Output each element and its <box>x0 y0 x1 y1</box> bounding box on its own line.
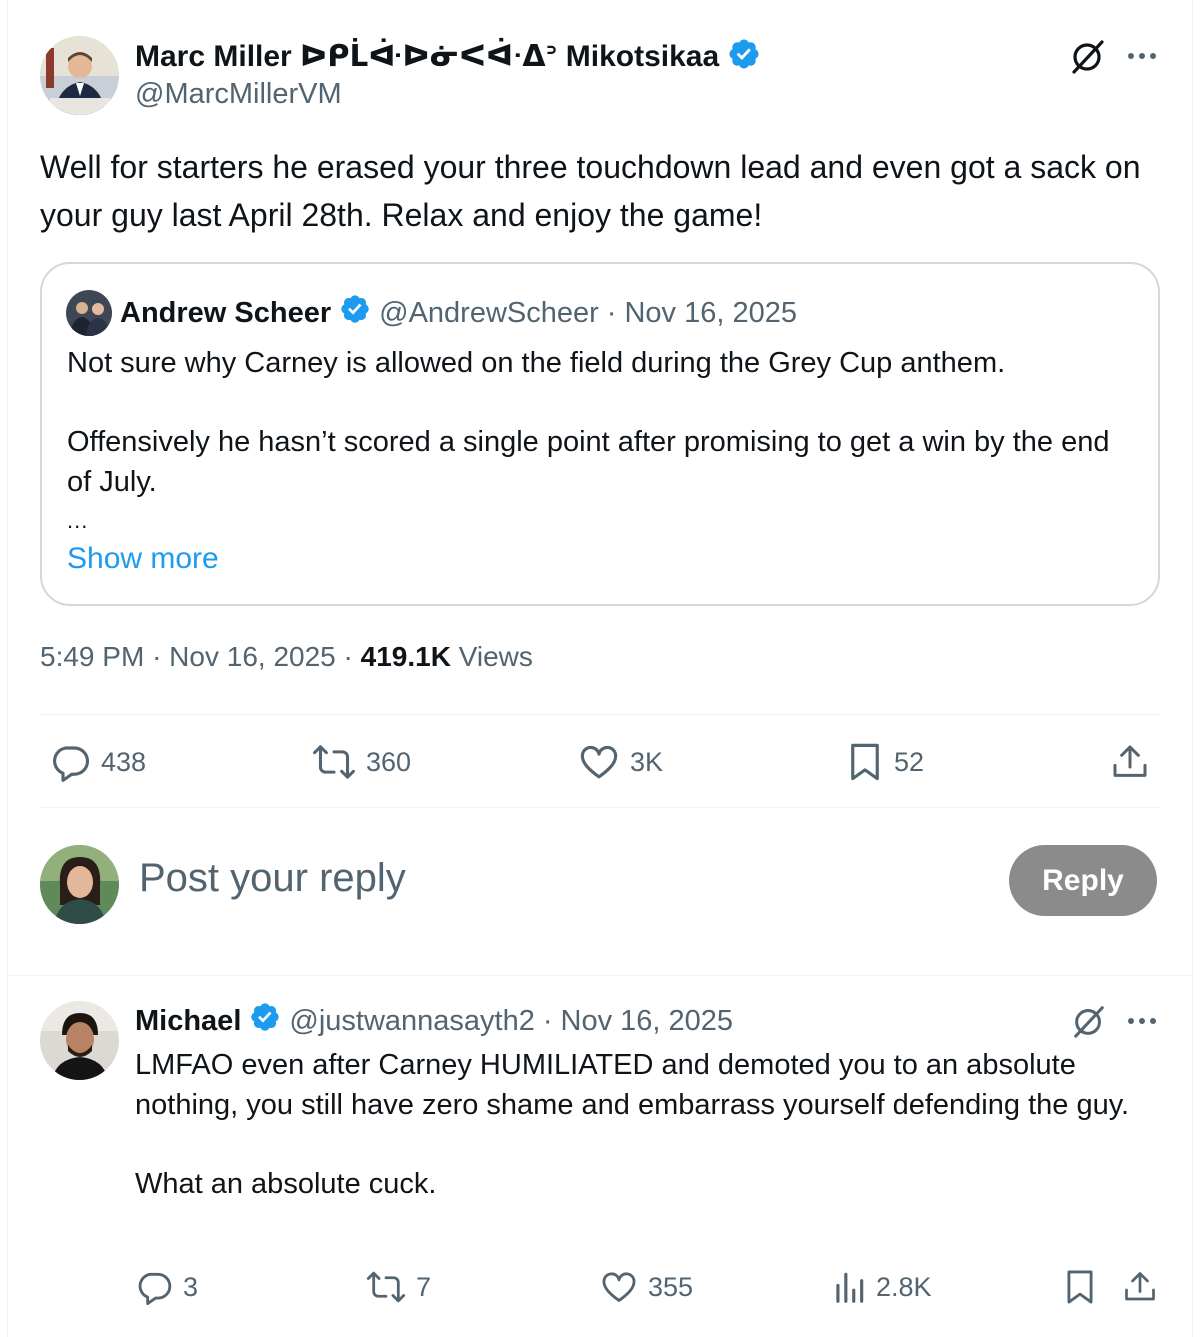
reply-author-handle[interactable]: @justwannasayth2 <box>289 1005 534 1038</box>
grok-icon[interactable] <box>1066 34 1110 78</box>
reply-paragraph: What an absolute cuck. <box>135 1168 437 1200</box>
reply-count: 438 <box>101 746 147 777</box>
post-date[interactable]: Nov 16, 2025 <box>169 641 336 672</box>
like-count: 355 <box>648 1271 694 1302</box>
repost-icon <box>366 1268 406 1306</box>
quoted-author-handle[interactable]: @AndrewScheer <box>379 297 599 330</box>
repost-action[interactable]: 7 <box>366 1268 431 1306</box>
like-action[interactable]: 3K <box>578 741 663 783</box>
divider <box>40 807 1160 808</box>
bookmark-action[interactable] <box>1063 1268 1097 1306</box>
author-block: Marc Miller ᐅᑭᒫᐚᐅᓃᐸᐋᐧᐃᐣ Mikotsikaa @Marc… <box>135 36 761 111</box>
divider <box>40 714 1160 715</box>
separator-dot: · <box>606 296 617 329</box>
views-count: 2.8K <box>876 1271 932 1302</box>
reply-post-header: Michael @justwannasayth2 · Nov 16, 2025 <box>135 1001 733 1041</box>
author-handle[interactable]: @MarcMillerVM <box>135 78 761 111</box>
reply-paragraph: LMFAO even after Carney HUMILIATED and d… <box>135 1049 1130 1121</box>
more-icon[interactable] <box>1120 999 1164 1043</box>
views-action[interactable]: 2.8K <box>832 1268 932 1306</box>
like-action[interactable]: 355 <box>600 1268 693 1306</box>
reply-post-date[interactable]: Nov 16, 2025 <box>561 1005 734 1038</box>
share-action[interactable] <box>1110 741 1150 783</box>
views-icon <box>832 1268 866 1306</box>
quoted-author-avatar[interactable] <box>66 290 112 336</box>
author-name[interactable]: Marc Miller ᐅᑭᒫᐚᐅᓃᐸᐋᐧᐃᐣ Mikotsikaa <box>135 39 719 74</box>
share-icon <box>1110 741 1150 783</box>
views-count: 419.1K <box>360 641 451 672</box>
reply-author-name[interactable]: Michael <box>135 1005 241 1038</box>
quoted-post-header: Andrew Scheer @AndrewScheer · Nov 16, 20… <box>66 290 797 336</box>
repost-count: 7 <box>416 1271 432 1302</box>
share-action[interactable] <box>1122 1268 1158 1306</box>
reply-button[interactable]: Reply <box>1009 845 1157 916</box>
reply-icon <box>49 741 91 783</box>
current-user-avatar[interactable] <box>40 845 119 924</box>
quoted-paragraph: Offensively he hasn’t scored a single po… <box>67 426 1110 498</box>
post-time[interactable]: 5:49 PM <box>40 641 144 672</box>
verified-badge-icon <box>339 293 371 333</box>
reply-post-body: LMFAO even after Carney HUMILIATED and d… <box>135 1045 1145 1243</box>
separator-dot: · <box>542 1004 553 1037</box>
quoted-author-name[interactable]: Andrew Scheer <box>120 297 331 330</box>
verified-badge-icon <box>249 1001 281 1041</box>
quoted-post-date[interactable]: Nov 16, 2025 <box>624 297 797 330</box>
reply-author-avatar[interactable] <box>40 1001 119 1080</box>
bookmark-action[interactable]: 52 <box>846 741 924 783</box>
grok-icon[interactable] <box>1067 999 1111 1043</box>
verified-badge-icon <box>727 37 761 76</box>
reply-icon <box>135 1268 173 1306</box>
quoted-ellipsis: ... <box>67 508 89 533</box>
bookmark-icon <box>846 741 884 783</box>
reply-action[interactable]: 438 <box>49 741 146 783</box>
repost-icon <box>312 741 356 783</box>
quoted-post[interactable]: Andrew Scheer @AndrewScheer · Nov 16, 20… <box>40 262 1160 606</box>
reply-count: 3 <box>183 1271 199 1302</box>
thread-separator <box>8 975 1192 976</box>
bookmark-count: 52 <box>894 746 925 777</box>
reply-action[interactable]: 3 <box>135 1268 198 1306</box>
quoted-paragraph: Not sure why Carney is allowed on the fi… <box>67 347 1006 379</box>
quoted-post-body: Not sure why Carney is allowed on the fi… <box>67 343 1127 502</box>
post-meta: 5:49 PM · Nov 16, 2025 · 419.1K Views <box>40 641 533 672</box>
author-avatar[interactable] <box>40 36 119 115</box>
share-icon <box>1122 1268 1158 1306</box>
heart-icon <box>578 741 620 783</box>
views-label: Views <box>458 641 533 672</box>
bookmark-icon <box>1063 1268 1097 1306</box>
more-icon[interactable] <box>1120 34 1164 78</box>
reply-input[interactable]: Post your reply <box>139 856 406 901</box>
heart-icon <box>600 1268 638 1306</box>
repost-count: 360 <box>366 746 412 777</box>
show-more-link[interactable]: Show more <box>67 542 219 576</box>
post-text: Well for starters he erased your three t… <box>40 149 1141 233</box>
like-count: 3K <box>630 746 664 777</box>
repost-action[interactable]: 360 <box>312 741 411 783</box>
